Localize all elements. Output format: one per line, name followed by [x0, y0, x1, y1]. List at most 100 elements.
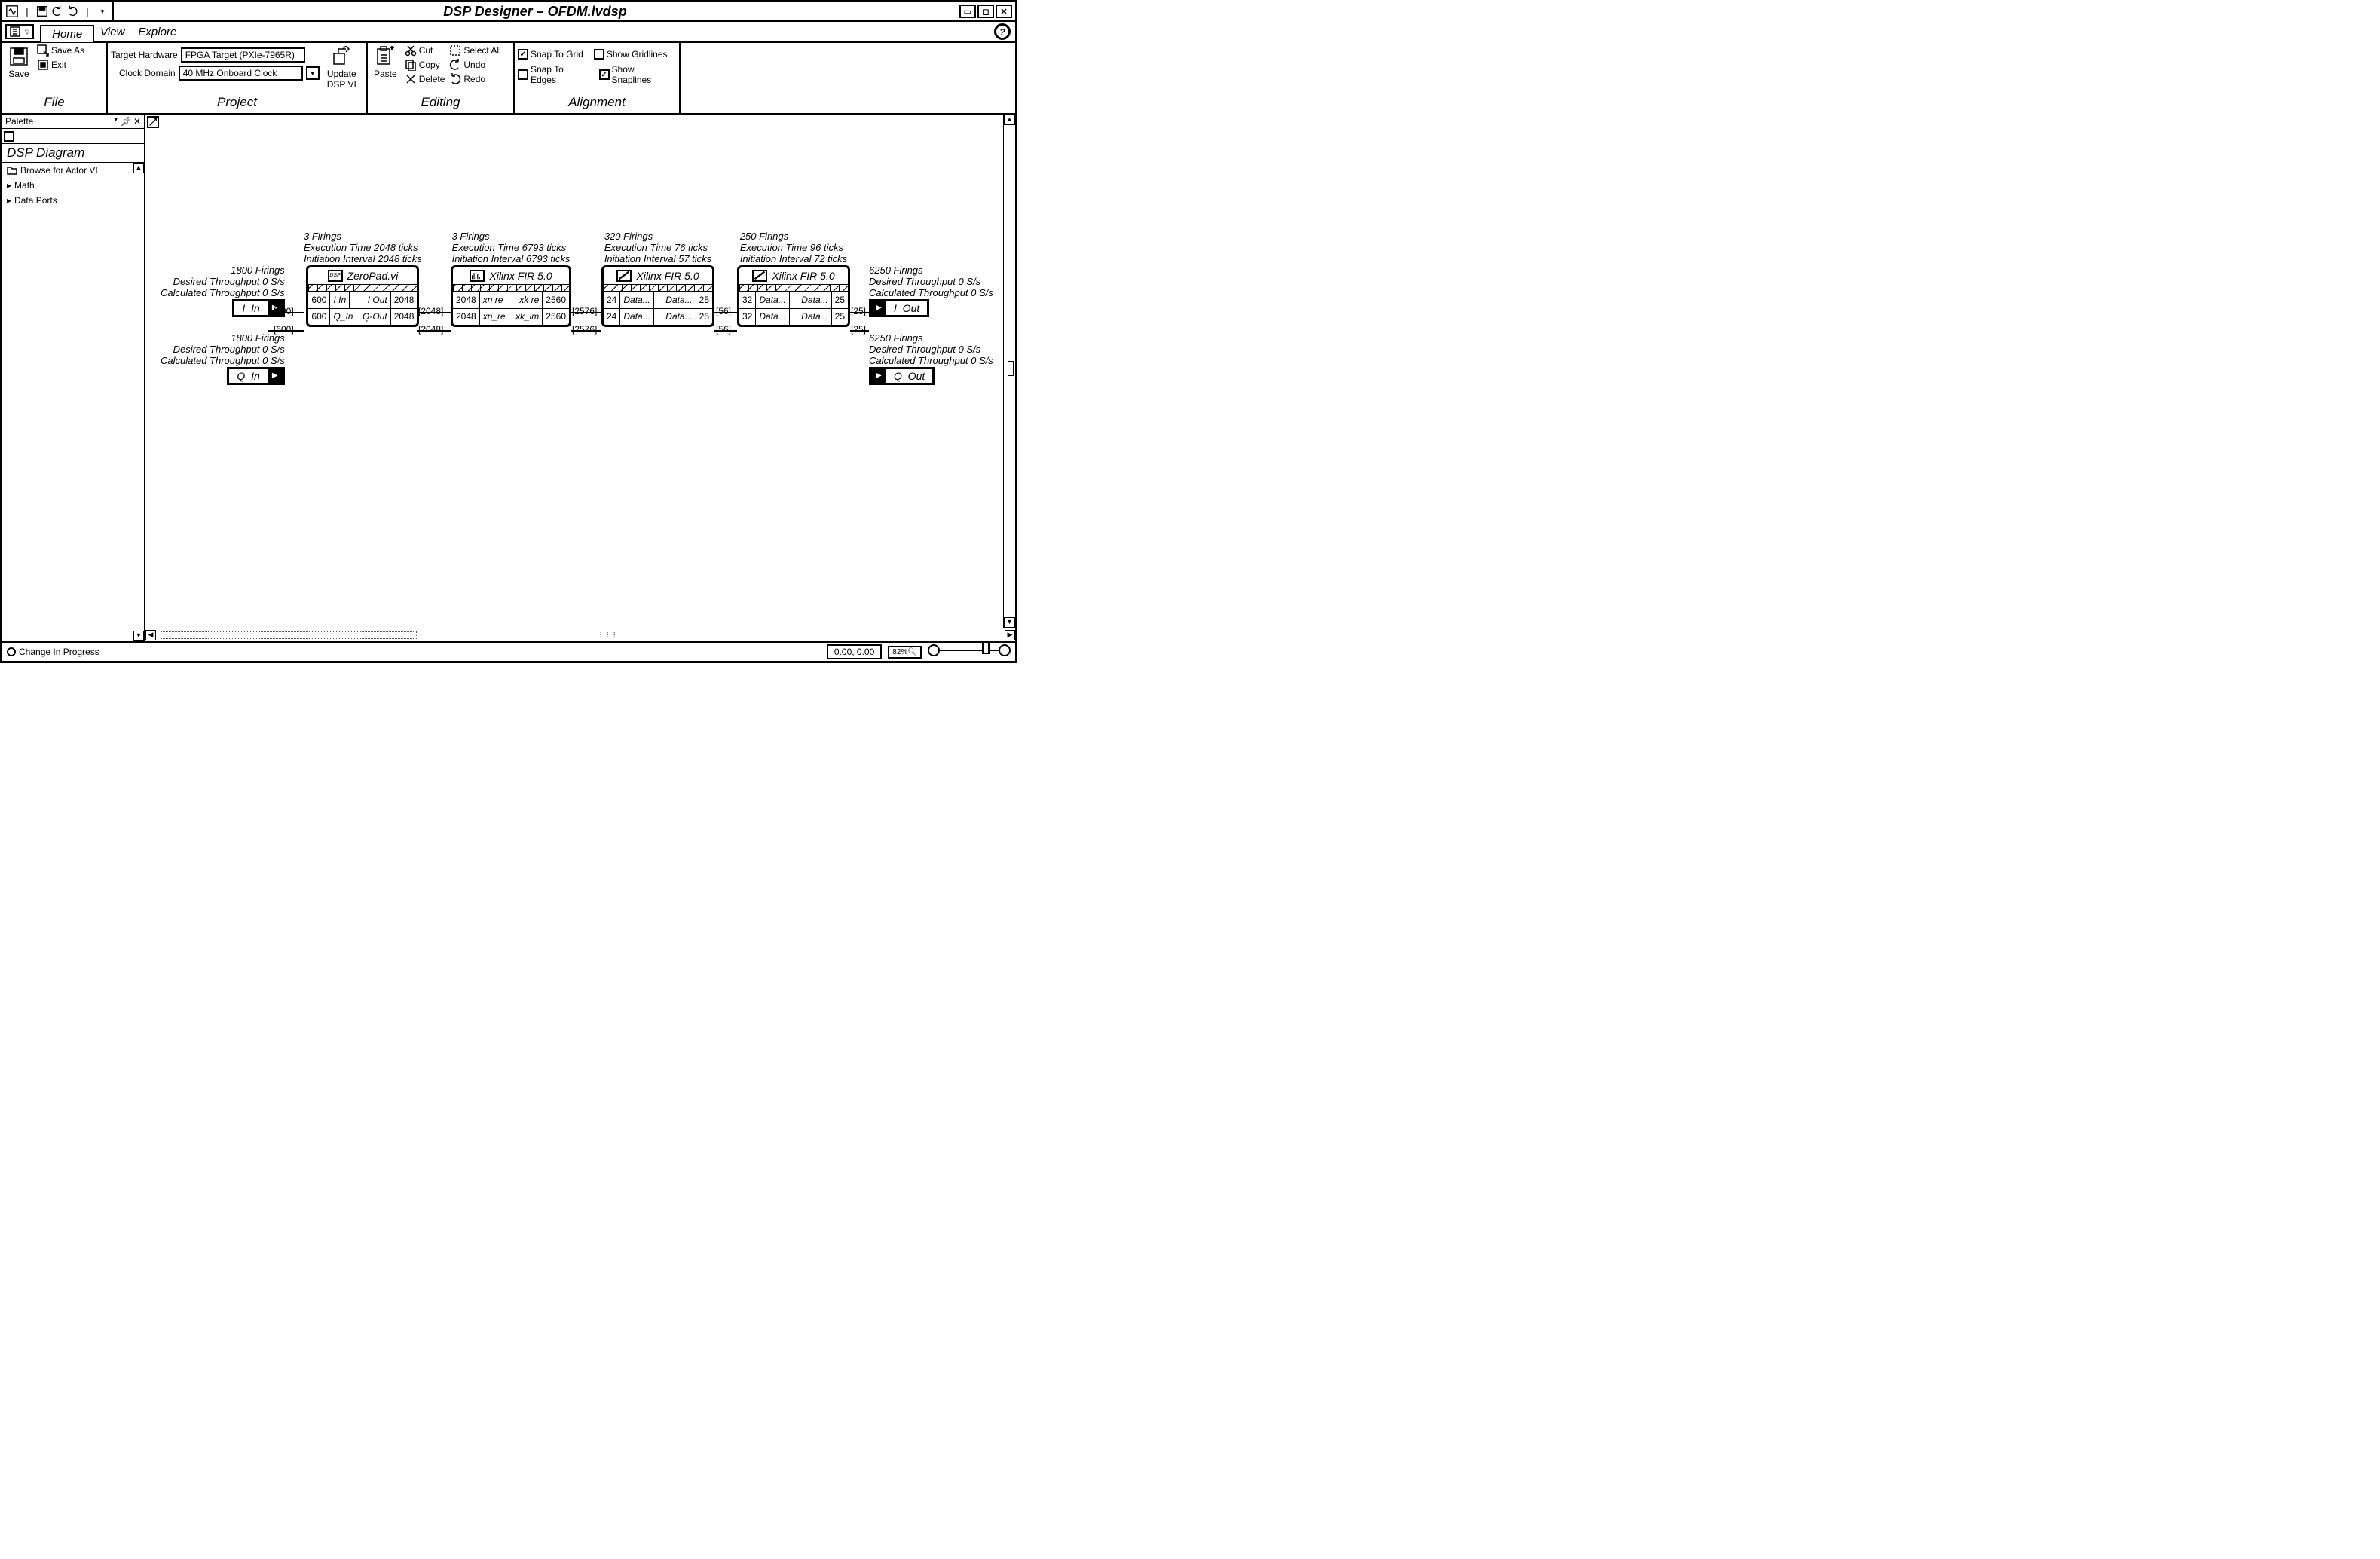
fir-icon [616, 270, 632, 282]
snap-to-grid-checkbox[interactable]: ✓Snap To Grid [518, 49, 583, 60]
chevron-right-icon: ▸ [7, 195, 11, 206]
paste-icon [375, 46, 396, 67]
status-text: Change In Progress [19, 647, 99, 657]
ribbon-label-editing: Editing [371, 95, 510, 112]
clock-field[interactable]: 40 MHz Onboard Clock [179, 66, 303, 81]
close-button[interactable]: ✕ [996, 5, 1012, 18]
menubar: ▽ Home View Explore ? [2, 22, 1015, 43]
wire [850, 312, 869, 313]
undo-button[interactable]: Undo [449, 59, 500, 71]
maximize-button[interactable]: ◻ [977, 5, 994, 18]
port-row: 32Data...Data...25 [739, 308, 848, 325]
quickbar-dropdown-icon[interactable]: ▼ [96, 5, 109, 18]
tab-explore[interactable]: Explore [138, 26, 176, 38]
palette-search [2, 129, 144, 144]
ribbon-group-editing: Paste Cut Copy Delete Select All Undo Re… [368, 43, 515, 113]
canvas-hscroll[interactable]: ◀ ⋮⋮⋮ ▶ [145, 628, 1015, 641]
ribbon-label-file: File [5, 95, 103, 112]
palette-dropdown-icon[interactable]: ▼ [113, 116, 119, 127]
snap-to-edges-checkbox[interactable]: Snap To Edges [518, 64, 592, 85]
app-window: | | ▼ DSP Designer – OFDM.lvdsp ▭ ◻ ✕ ▽ … [0, 0, 1017, 663]
target-hw-field[interactable]: FPGA Target (PXIe-7965R) [181, 47, 305, 63]
update-dsp-button[interactable]: Update DSP VI [324, 44, 359, 91]
tab-home[interactable]: Home [40, 25, 94, 42]
input-q-block[interactable]: Q_In ▶ [227, 367, 284, 385]
fir-icon [470, 270, 485, 282]
output-q-block[interactable]: ▶ Q_Out [869, 367, 935, 385]
view-mode-dropdown[interactable]: ▽ [5, 24, 34, 39]
canvas[interactable]: ▲ ▼ 1800 Firings Desired Throughput 0 S/… [145, 115, 1015, 628]
update-icon [331, 46, 352, 67]
delete-button[interactable]: Delete [405, 73, 445, 85]
ribbon-group-alignment: ✓Snap To Grid Show Gridlines Snap To Edg… [515, 43, 681, 113]
tab-view[interactable]: View [100, 26, 124, 38]
ribbon-label-alignment: Alignment [518, 95, 676, 112]
target-hw-label: Target Hardware [111, 50, 178, 60]
help-icon[interactable]: ? [994, 23, 1011, 40]
statusbar: Change In Progress 0.00, 0.00 82%🔍︎ [2, 641, 1015, 661]
folder-icon [7, 165, 17, 176]
palette-scroll-down[interactable]: ▼ [133, 631, 144, 641]
wire-label: [2576] [572, 306, 597, 316]
palette-item-browse[interactable]: Browse for Actor VI [2, 163, 144, 178]
node-fir-1-box[interactable]: Xilinx FIR 5.0 2048xn rexk re2560 2048xn… [451, 265, 571, 327]
port-row: 32Data...Data...25 [739, 292, 848, 308]
node-zeropad-box[interactable]: DSPZeroPad.vi 600I InI Out2048 600Q_InQ-… [306, 265, 419, 327]
save-button[interactable]: Save [5, 44, 32, 81]
arrow-right-icon: ▶ [871, 369, 886, 383]
output-q: 6250 Firings Desired Throughput 0 S/s Ca… [869, 333, 993, 385]
paste-button[interactable]: Paste [371, 44, 400, 81]
quick-undo-icon[interactable] [50, 5, 64, 18]
port-row: 24Data...Data...25 [604, 292, 712, 308]
zoom-slider[interactable] [928, 650, 1011, 660]
hscroll-thumb[interactable] [161, 631, 417, 639]
zoom-percent-display: 82%🔍︎ [888, 646, 922, 659]
canvas-vscroll[interactable]: ▲ ▼ [1003, 115, 1015, 628]
show-gridlines-checkbox[interactable]: Show Gridlines [594, 49, 668, 60]
save-as-button[interactable]: Save As [37, 44, 84, 57]
node-fir-3-info: 250 Firings Execution Time 96 ticks Init… [740, 231, 847, 265]
copy-icon [405, 59, 417, 71]
quickbar-sep2: | [81, 5, 94, 18]
redo-button[interactable]: Redo [449, 73, 500, 85]
ribbon-label-project: Project [111, 95, 363, 112]
wire [268, 312, 304, 313]
wire [714, 312, 737, 313]
arrow-right-icon: ▶ [268, 369, 283, 383]
select-all-button[interactable]: Select All [449, 44, 500, 57]
zigzag-icon [604, 284, 712, 292]
palette-search-input[interactable] [4, 131, 14, 142]
scroll-down-icon[interactable]: ▼ [1004, 617, 1015, 628]
scroll-up-icon[interactable]: ▲ [1004, 115, 1015, 125]
exit-button[interactable]: Exit [37, 59, 84, 71]
show-snaplines-checkbox[interactable]: ✓Show Snaplines [599, 64, 676, 85]
select-all-icon [449, 44, 461, 57]
palette-scroll-up[interactable]: ▲ [133, 163, 144, 173]
vscroll-thumb[interactable] [1008, 361, 1014, 376]
input-i: 1800 Firings Desired Throughput 0 S/s Ca… [161, 265, 285, 317]
output-i-block[interactable]: ▶ I_Out [869, 299, 929, 317]
palette-item-math[interactable]: ▸ Math [2, 178, 144, 193]
scroll-left-icon[interactable]: ◀ [145, 630, 156, 640]
wire-label: [600] [274, 306, 294, 316]
wire [417, 330, 451, 332]
canvas-origin-icon[interactable] [147, 116, 159, 128]
clock-dropdown-button[interactable]: ▼ [306, 66, 320, 80]
palette-item-dataports[interactable]: ▸ Data Ports [2, 193, 144, 208]
node-fir-2-box[interactable]: Xilinx FIR 5.0 24Data...Data...25 24Data… [601, 265, 714, 327]
copy-button[interactable]: Copy [405, 59, 445, 71]
redo-icon [449, 73, 461, 85]
quick-save-icon[interactable] [35, 5, 49, 18]
wire-label: [2048] [418, 306, 443, 316]
palette-pin-icon[interactable]: 📌︎ [121, 116, 132, 127]
palette-panel: Palette ▼ 📌︎ ✕ DSP Diagram ▲ Browse for … [2, 115, 145, 641]
wire-label: [600] [274, 324, 294, 335]
port-row: 2048xn_rexk_im2560 [453, 308, 569, 325]
cut-button[interactable]: Cut [405, 44, 445, 57]
scroll-right-icon[interactable]: ▶ [1005, 630, 1015, 640]
palette-close-icon[interactable]: ✕ [133, 116, 141, 127]
zoom-thumb[interactable] [982, 642, 990, 654]
node-fir-3-box[interactable]: Xilinx FIR 5.0 32Data...Data...25 32Data… [737, 265, 850, 327]
minimize-button[interactable]: ▭ [959, 5, 976, 18]
quick-redo-icon[interactable] [66, 5, 79, 18]
